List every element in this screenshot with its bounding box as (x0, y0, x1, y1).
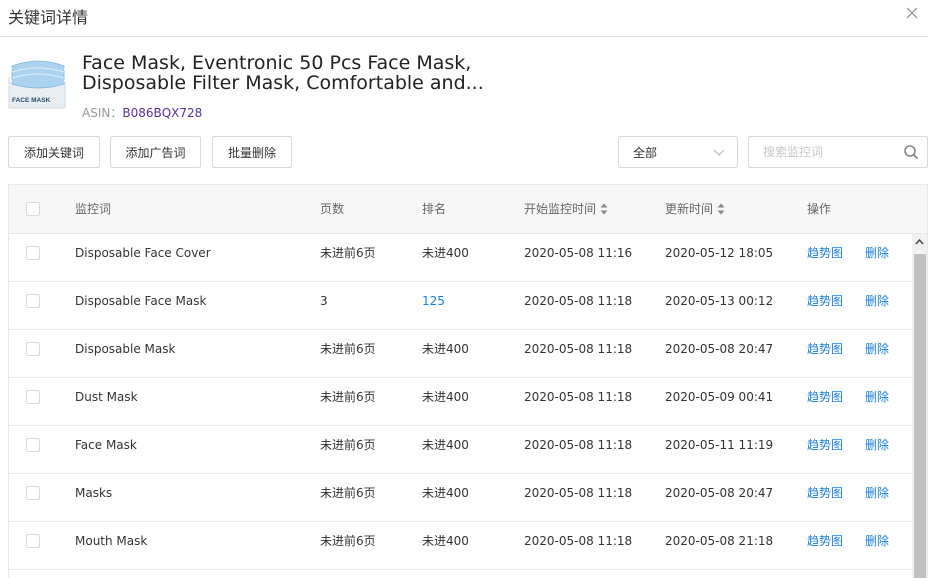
cell-keyword: Disposable Face Mask (75, 294, 207, 308)
header-actions: 操作 (807, 202, 832, 216)
search-box[interactable] (748, 136, 928, 168)
table-scrollbar[interactable] (912, 234, 927, 578)
toolbar: 添加关键词 添加广告词 批量删除 全部 (8, 136, 928, 168)
delete-link[interactable]: 删除 (865, 282, 889, 329)
cell-update-time: 2020-05-11 11:19 (665, 438, 774, 452)
cell-keyword: Masks (75, 486, 113, 500)
cell-rank: 未进400 (422, 390, 469, 404)
cell-rank: 未进400 (422, 486, 469, 500)
delete-link[interactable]: 删除 (865, 330, 889, 377)
product-thumbnail: FACE MASK (8, 52, 68, 112)
search-input[interactable] (749, 137, 889, 167)
cell-update-time: 2020-05-08 21:18 (665, 534, 774, 548)
table-row: Masks 未进前6页 未进400 2020-05-08 11:18 2020-… (9, 474, 911, 522)
header-keyword: 监控词 (75, 202, 112, 216)
cell-update-time: 2020-05-09 00:41 (665, 390, 774, 404)
cell-pages: 未进前6页 (320, 486, 376, 500)
delete-link[interactable]: 删除 (865, 234, 889, 281)
cell-rank: 未进400 (422, 246, 469, 260)
add-ad-word-button[interactable]: 添加广告词 (110, 136, 201, 168)
cell-pages: 未进前6页 (320, 246, 376, 260)
cell-update-time: 2020-05-13 00:12 (665, 294, 774, 308)
asin-row: ASIN：B086BQX728 (82, 104, 202, 121)
header-pages: 页数 (320, 202, 345, 216)
table-row: Disposable Face Mask 3 125 2020-05-08 11… (9, 282, 911, 330)
row-checkbox[interactable] (26, 246, 40, 260)
cell-start-time: 2020-05-08 11:16 (524, 246, 633, 260)
cell-start-time: 2020-05-08 11:18 (524, 534, 633, 548)
cell-update-time: 2020-05-08 20:47 (665, 342, 774, 356)
row-checkbox[interactable] (26, 390, 40, 404)
filter-select-value: 全部 (633, 145, 658, 160)
header-start-time[interactable]: 开始监控时间 (524, 185, 608, 234)
scrollbar-thumb[interactable] (914, 254, 926, 578)
cell-keyword: Face Mask (75, 438, 137, 452)
add-keyword-button[interactable]: 添加关键词 (8, 136, 100, 168)
table-row: Disposable Face Cover 未进前6页 未进400 2020-0… (9, 234, 911, 282)
sort-icon[interactable] (600, 203, 608, 215)
cell-rank: 未进400 (422, 534, 469, 548)
cell-pages: 3 (320, 294, 328, 308)
table-row: Mouth Mask 未进前6页 未进400 2020-05-08 11:18 … (9, 522, 911, 570)
trend-link[interactable]: 趋势图 (807, 234, 843, 281)
header-start-time-label: 开始监控时间 (524, 202, 597, 216)
trend-link[interactable]: 趋势图 (807, 282, 843, 329)
cell-start-time: 2020-05-08 11:18 (524, 342, 633, 356)
cell-rank: 未进400 (422, 438, 469, 452)
thumbnail-text: FACE MASK (12, 97, 51, 104)
delete-link[interactable]: 删除 (865, 474, 889, 521)
chevron-down-icon (713, 149, 725, 156)
trend-link[interactable]: 趋势图 (807, 426, 843, 473)
header-update-time-label: 更新时间 (665, 202, 714, 216)
select-all-checkbox[interactable] (26, 202, 40, 216)
close-icon[interactable] (904, 5, 920, 21)
cell-update-time: 2020-05-12 18:05 (665, 246, 774, 260)
table-row: Dust Mask 未进前6页 未进400 2020-05-08 11:18 2… (9, 378, 911, 426)
cell-rank: 125 (422, 294, 445, 308)
trend-link[interactable]: 趋势图 (807, 522, 843, 569)
dialog-title: 关键词详情 (8, 8, 89, 27)
cell-update-time: 2020-05-08 20:47 (665, 486, 774, 500)
cell-keyword: Mouth Mask (75, 534, 148, 548)
header-update-time[interactable]: 更新时间 (665, 185, 725, 234)
header-rank: 排名 (422, 202, 447, 216)
filter-select[interactable]: 全部 (618, 136, 738, 168)
delete-link[interactable]: 删除 (865, 522, 889, 569)
cell-pages: 未进前6页 (320, 342, 376, 356)
cell-pages: 未进前6页 (320, 534, 376, 548)
dialog-header: 关键词详情 (0, 0, 928, 37)
trend-link[interactable]: 趋势图 (807, 378, 843, 425)
row-checkbox[interactable] (26, 342, 40, 356)
table-row: Face Mask 未进前6页 未进400 2020-05-08 11:18 2… (9, 426, 911, 474)
trend-link[interactable]: 趋势图 (807, 330, 843, 377)
keyword-table: 监控词 页数 排名 开始监控时间 更新时间 操作 Disposable Face… (8, 184, 928, 578)
asin-value: B086BQX728 (122, 106, 203, 120)
row-checkbox[interactable] (26, 486, 40, 500)
search-icon[interactable] (903, 144, 919, 160)
table-row: Disposable Mask 未进前6页 未进400 2020-05-08 1… (9, 330, 911, 378)
row-checkbox[interactable] (26, 438, 40, 452)
row-checkbox[interactable] (26, 294, 40, 308)
cell-keyword: Disposable Mask (75, 342, 176, 356)
cell-start-time: 2020-05-08 11:18 (524, 294, 633, 308)
sort-icon[interactable] (717, 203, 725, 215)
trend-link[interactable]: 趋势图 (807, 474, 843, 521)
cell-pages: 未进前6页 (320, 390, 376, 404)
table-header: 监控词 页数 排名 开始监控时间 更新时间 操作 (9, 185, 927, 234)
product-info: FACE MASK Face Mask, Eventronic 50 Pcs F… (8, 50, 908, 122)
scroll-up-icon[interactable] (912, 234, 927, 251)
cell-start-time: 2020-05-08 11:18 (524, 390, 633, 404)
cell-start-time: 2020-05-08 11:18 (524, 438, 633, 452)
cell-start-time: 2020-05-08 11:18 (524, 486, 633, 500)
product-title: Face Mask, Eventronic 50 Pcs Face Mask, … (82, 52, 484, 94)
cell-rank: 未进400 (422, 342, 469, 356)
delete-link[interactable]: 删除 (865, 378, 889, 425)
cell-keyword: Dust Mask (75, 390, 138, 404)
asin-label: ASIN： (82, 106, 123, 120)
cell-pages: 未进前6页 (320, 438, 376, 452)
row-checkbox[interactable] (26, 534, 40, 548)
batch-delete-button[interactable]: 批量删除 (212, 136, 292, 168)
cell-keyword: Disposable Face Cover (75, 246, 211, 260)
delete-link[interactable]: 删除 (865, 426, 889, 473)
